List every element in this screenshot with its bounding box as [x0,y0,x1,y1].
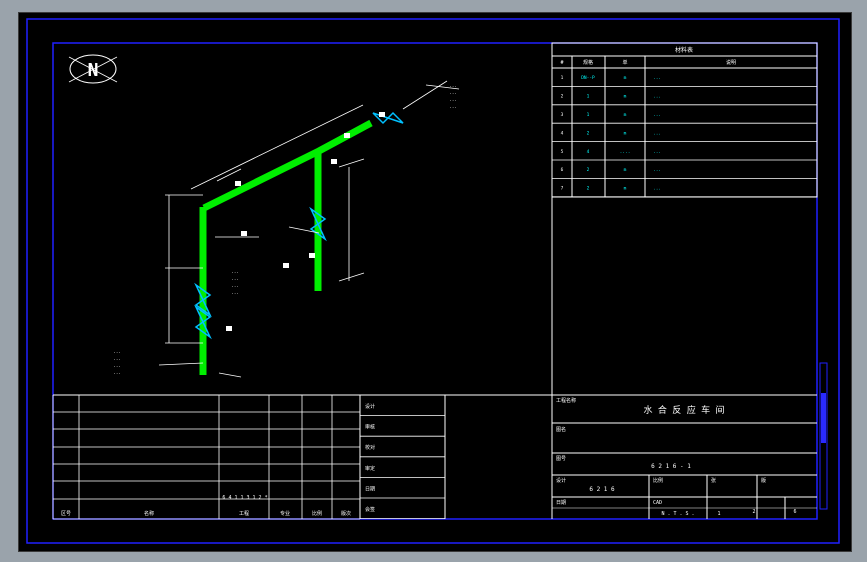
inner-frame [52,42,818,520]
table-cell: DN--P [581,75,595,81]
notes-top-right: ... ... ... ... [449,84,457,110]
title-label-project: 工程名称 [556,397,576,404]
svg-text:...: ... [231,284,239,289]
title-mid-label: 日期 [365,486,375,492]
table-cell: 4 [561,130,564,136]
svg-text:...: ... [449,84,457,89]
notes-mid: ... ... ... ... [231,270,239,296]
title-bottom-label: 名称 [144,510,154,517]
title-label-number: 图号 [556,456,566,462]
material-table: 1 DN--P m ... 2 1 m ... 3 1 m ... 4 2 m ... 5 4.... ... 6 2 m… [551,42,818,198]
title-mid-label: 设计 [365,403,375,410]
table-cell: 1 [561,75,564,81]
title-label-sheet: 张 [711,477,716,484]
cad-viewport[interactable]: 1 DN--P m... 2 1 m... 3 1 m... 4 2 m... 5 4....... 6 2 m… [18,12,852,552]
table-cell: 1 [587,112,590,118]
table-cell: 4 [587,149,590,155]
notes-bottom-left: ... ... ... ... [113,350,121,376]
table-cell: ... [653,113,661,118]
material-table-header-spec: 规格 [583,59,593,66]
north-label: N [88,60,99,81]
table-cell: 2 [587,130,590,136]
title-mid-label: 审定 [365,465,375,472]
svg-text:...: ... [113,357,121,362]
material-table-header-desc: 说明 [726,59,736,66]
table-cell: 1 [587,94,590,100]
title-label-cad: CAD [653,500,662,506]
table-cell: ... [653,168,661,173]
material-table-header-no: # [560,60,563,66]
title-mid-label: 会签 [365,506,375,513]
cad-drawing-canvas[interactable]: 1 DN--P m ... 2 1 m ... 3 1 m ... 4 2 m ... 5 4.... ... 6 2 m… [19,13,851,551]
title-bottom-label: 工程 [239,510,249,517]
table-cell: .... [620,150,631,155]
material-table-header-unit: 单 [622,59,627,66]
title-bottom-label: 专业 [280,510,290,517]
svg-text:...: ... [113,371,121,376]
left-block-code: 6 4 1 1 3 1 2 * [222,495,267,501]
table-cell: 2 [561,94,564,100]
table-cell: ... [653,95,661,100]
table-cell: ... [653,187,661,192]
svg-text:...: ... [113,350,121,355]
revision-value: 6 [793,509,796,515]
title-block: 区号 名称 工程 专业 比例 版次 设计审核校对审定日期会签 工程名称 水 合 反 应 车… [52,394,817,520]
drawing-number-short: 6 2 1 6 [589,486,615,493]
table-cell: 2 [587,167,590,173]
svg-text:...: ... [231,270,239,275]
material-table-title: 材料表 [675,46,693,54]
title-label-designer: 设计 [556,477,566,484]
title-bottom-label: 区号 [61,511,71,517]
piping-isometric: ... ... ... ... ... ... ... ... ... ... … [113,80,460,378]
table-cell: m [624,76,627,81]
sheet-total-value: 2 [752,509,755,515]
sheet-value: 1 [717,511,720,517]
title-mid-label: 校对 [365,444,375,451]
svg-text:...: ... [449,105,457,110]
table-cell: 5 [561,149,564,155]
svg-text:...: ... [113,364,121,369]
north-arrow: N [68,54,118,84]
table-cell: 3 [561,112,564,118]
table-cell: ... [653,76,661,81]
drawing-number: 6 2 1 6 - 1 [651,463,691,470]
title-bottom-label: 版次 [341,510,351,517]
table-cell: ... [653,150,661,155]
table-cell: 6 [561,167,564,173]
side-stamp-logo [821,393,826,443]
title-mid-label: 审核 [365,424,375,431]
table-cell: 2 [587,186,590,192]
table-cell: m [624,131,627,136]
project-title: 水 合 反 应 车 间 [643,404,724,416]
valve-top [372,111,404,125]
title-label-date: 日期 [556,500,566,506]
svg-text:...: ... [231,291,239,296]
title-label-scale: 比例 [653,477,663,484]
svg-text:...: ... [449,98,457,103]
table-cell: m [624,113,627,118]
table-cell: 7 [561,186,564,192]
title-bottom-label: 比例 [312,510,322,517]
table-cell: ... [653,131,661,136]
title-label-drawing: 图名 [556,426,566,433]
valve-right-1 [309,206,327,242]
table-cell: m [624,95,627,100]
svg-text:...: ... [449,91,457,96]
table-cell: m [624,168,627,173]
title-label-rev: 版 [761,477,766,484]
svg-text:...: ... [231,277,239,282]
scale-value: N . T . S . [661,511,694,517]
table-cell: m [624,187,627,192]
